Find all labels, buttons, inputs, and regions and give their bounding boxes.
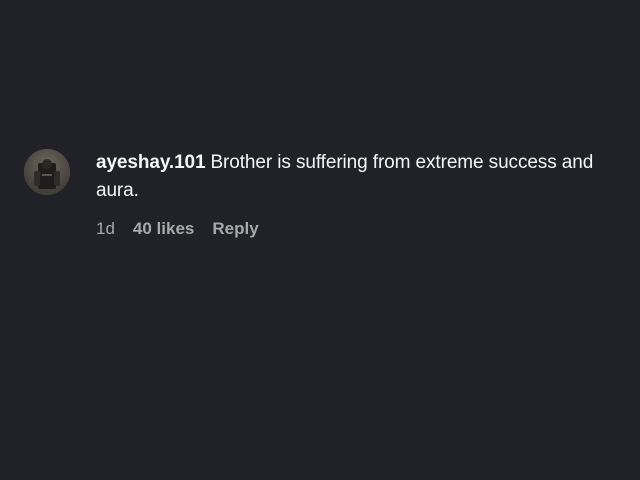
- comment-meta: 1d 40 likes Reply: [96, 219, 624, 239]
- comment-body: ayeshay.101 Brother is suffering from ext…: [96, 149, 624, 239]
- avatar[interactable]: [24, 149, 70, 195]
- likes-count[interactable]: 40 likes: [133, 219, 194, 239]
- comment-username[interactable]: ayeshay.101: [96, 152, 206, 173]
- comment-timestamp[interactable]: 1d: [96, 219, 115, 239]
- comment-text-block: ayeshay.101 Brother is suffering from ext…: [96, 149, 624, 205]
- reply-button[interactable]: Reply: [212, 219, 258, 239]
- avatar-photo-icon: [24, 149, 70, 195]
- comment-item: ayeshay.101 Brother is suffering from ext…: [24, 149, 624, 239]
